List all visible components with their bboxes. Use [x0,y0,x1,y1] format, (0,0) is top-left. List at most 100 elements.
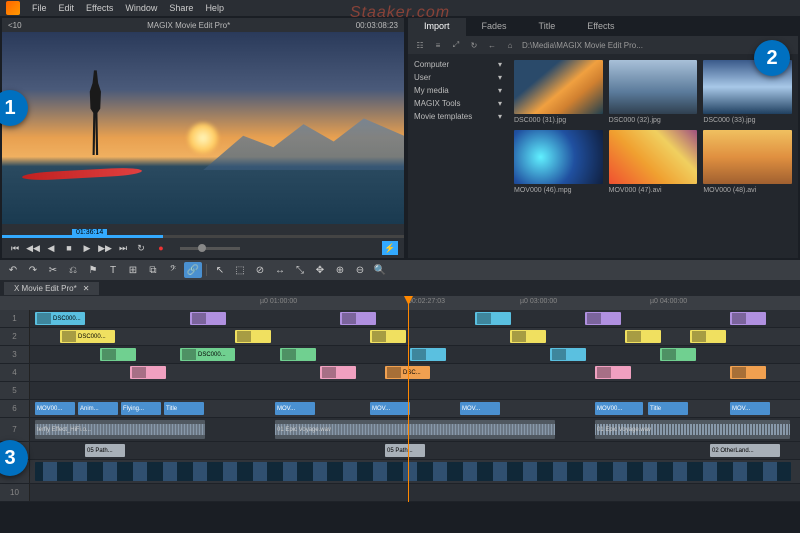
media-thumb[interactable]: DSC000 (32).jpg [609,60,698,124]
track-lane[interactable] [30,382,800,399]
clip[interactable]: Flying... [121,402,161,415]
clip[interactable] [730,366,766,379]
clip[interactable] [280,348,316,361]
proxy-button[interactable]: ⚡ [382,241,398,255]
clip[interactable]: DSC... [385,366,430,379]
toolbar-btn-6[interactable]: ⊞ [124,262,142,278]
transport-btn-1[interactable]: ◀◀ [26,241,40,255]
track-header[interactable]: 1 [0,310,30,327]
clip[interactable]: terfly Effect_HiFi.o... [35,420,205,439]
track-header[interactable]: 6 [0,400,30,417]
clip[interactable] [35,462,791,481]
clip[interactable] [595,366,631,379]
toolbar-btn-3[interactable]: ⎌ [64,262,82,278]
clip[interactable]: MOV... [370,402,410,415]
menu-window[interactable]: Window [125,3,157,13]
toolbar-btn-12[interactable]: ⬚ [231,262,249,278]
clip[interactable]: DSC000... [35,312,85,325]
clip[interactable] [190,312,226,325]
track-lane[interactable]: DSC000... [30,310,800,327]
tree-computer[interactable]: Computer▾ [414,58,502,71]
toolbar-btn-13[interactable]: ⊘ [251,262,269,278]
clip[interactable]: MOV... [275,402,315,415]
clip[interactable]: 01 Epic Voyage.wav [595,420,790,439]
toolbar-btn-2[interactable]: ✂ [44,262,62,278]
clip[interactable]: 05 Path... [385,444,425,457]
browse-icon-2[interactable]: ⤢ [450,39,462,51]
close-icon[interactable]: ✕ [83,284,90,293]
toolbar-btn-8[interactable]: 𝄢 [164,262,182,278]
tab-fades[interactable]: Fades [466,18,523,36]
track-lane[interactable] [30,460,800,483]
browse-icon-1[interactable]: ≡ [432,39,444,51]
browse-icon-3[interactable]: ↻ [468,39,480,51]
toolbar-btn-0[interactable]: ↶ [4,262,22,278]
clip[interactable] [550,348,586,361]
clip[interactable] [100,348,136,361]
track-header[interactable]: 10 [0,484,30,501]
media-thumb[interactable]: MOV000 (47).avi [609,130,698,194]
clip[interactable] [410,348,446,361]
clip[interactable] [585,312,621,325]
clip[interactable]: Title [164,402,204,415]
transport-btn-7[interactable]: ↻ [134,241,148,255]
clip[interactable]: 02 OtherLand... [710,444,780,457]
clip[interactable]: 01 Epic Voyage.wav [275,420,555,439]
project-tab[interactable]: X Movie Edit Pro* ✕ [4,282,99,295]
toolbar-btn-18[interactable]: ⊖ [351,262,369,278]
preview-scrubber[interactable]: 01:36:14 [2,224,404,238]
clip[interactable]: DSC000... [180,348,235,361]
media-thumb[interactable]: MOV000 (46).mpg [514,130,603,194]
track-lane[interactable]: terfly Effect_HiFi.o... 01 Epic Voyage.wa… [30,418,800,441]
track-lane[interactable]: DSC... [30,364,800,381]
transport-btn-3[interactable]: ■ [62,241,76,255]
toolbar-btn-11[interactable]: ↖ [211,262,229,278]
toolbar-btn-7[interactable]: ⧉ [144,262,162,278]
time-ruler[interactable]: µ0 01:00:0000:02:27:03µ0 03:00:00µ0 04:0… [0,296,800,310]
toolbar-btn-14[interactable]: ↔ [271,262,289,278]
tree-my-media[interactable]: My media▾ [414,84,502,97]
clip[interactable]: MOV00... [595,402,643,415]
clip[interactable] [370,330,406,343]
clip[interactable] [660,348,696,361]
track-lane[interactable]: DSC000... [30,328,800,345]
track-lane[interactable]: 05 Path...05 Path...02 OtherLand... [30,442,800,459]
tab-title[interactable]: Title [523,18,572,36]
toolbar-btn-17[interactable]: ⊕ [331,262,349,278]
transport-btn-0[interactable]: ⏮ [8,241,22,255]
toolbar-btn-19[interactable]: 🔍 [371,262,389,278]
tab-effects[interactable]: Effects [571,18,630,36]
track-header[interactable]: 2 [0,328,30,345]
clip[interactable] [235,330,271,343]
clip[interactable] [510,330,546,343]
toolbar-btn-9[interactable]: 🔗 [184,262,202,278]
toolbar-btn-5[interactable]: T [104,262,122,278]
track-header[interactable]: 5 [0,382,30,399]
track-lane[interactable] [30,484,800,501]
clip[interactable]: Title [648,402,688,415]
browse-icon-5[interactable]: ⌂ [504,39,516,51]
tab-import[interactable]: Import [408,18,466,36]
clip[interactable] [340,312,376,325]
tree-user[interactable]: User▾ [414,71,502,84]
toolbar-btn-4[interactable]: ⚑ [84,262,102,278]
toolbar-btn-1[interactable]: ↷ [24,262,42,278]
menu-help[interactable]: Help [205,3,224,13]
clip[interactable]: MOV00... [35,402,75,415]
menu-share[interactable]: Share [169,3,193,13]
media-thumb[interactable]: MOV000 (48).avi [703,130,792,194]
video-preview[interactable] [2,32,404,224]
tree-magix-tools[interactable]: MAGIX Tools▾ [414,97,502,110]
clip[interactable]: DSC000... [60,330,115,343]
transport-btn-6[interactable]: ⏭ [116,241,130,255]
volume-slider[interactable] [180,247,240,250]
menu-file[interactable]: File [32,3,47,13]
clip[interactable] [690,330,726,343]
browse-icon-0[interactable]: ☷ [414,39,426,51]
clip[interactable] [320,366,356,379]
record-button[interactable]: ● [154,241,168,255]
track-header[interactable]: 4 [0,364,30,381]
track-header[interactable]: 7 [0,418,30,441]
menu-effects[interactable]: Effects [86,3,113,13]
browse-icon-4[interactable]: ← [486,39,498,51]
